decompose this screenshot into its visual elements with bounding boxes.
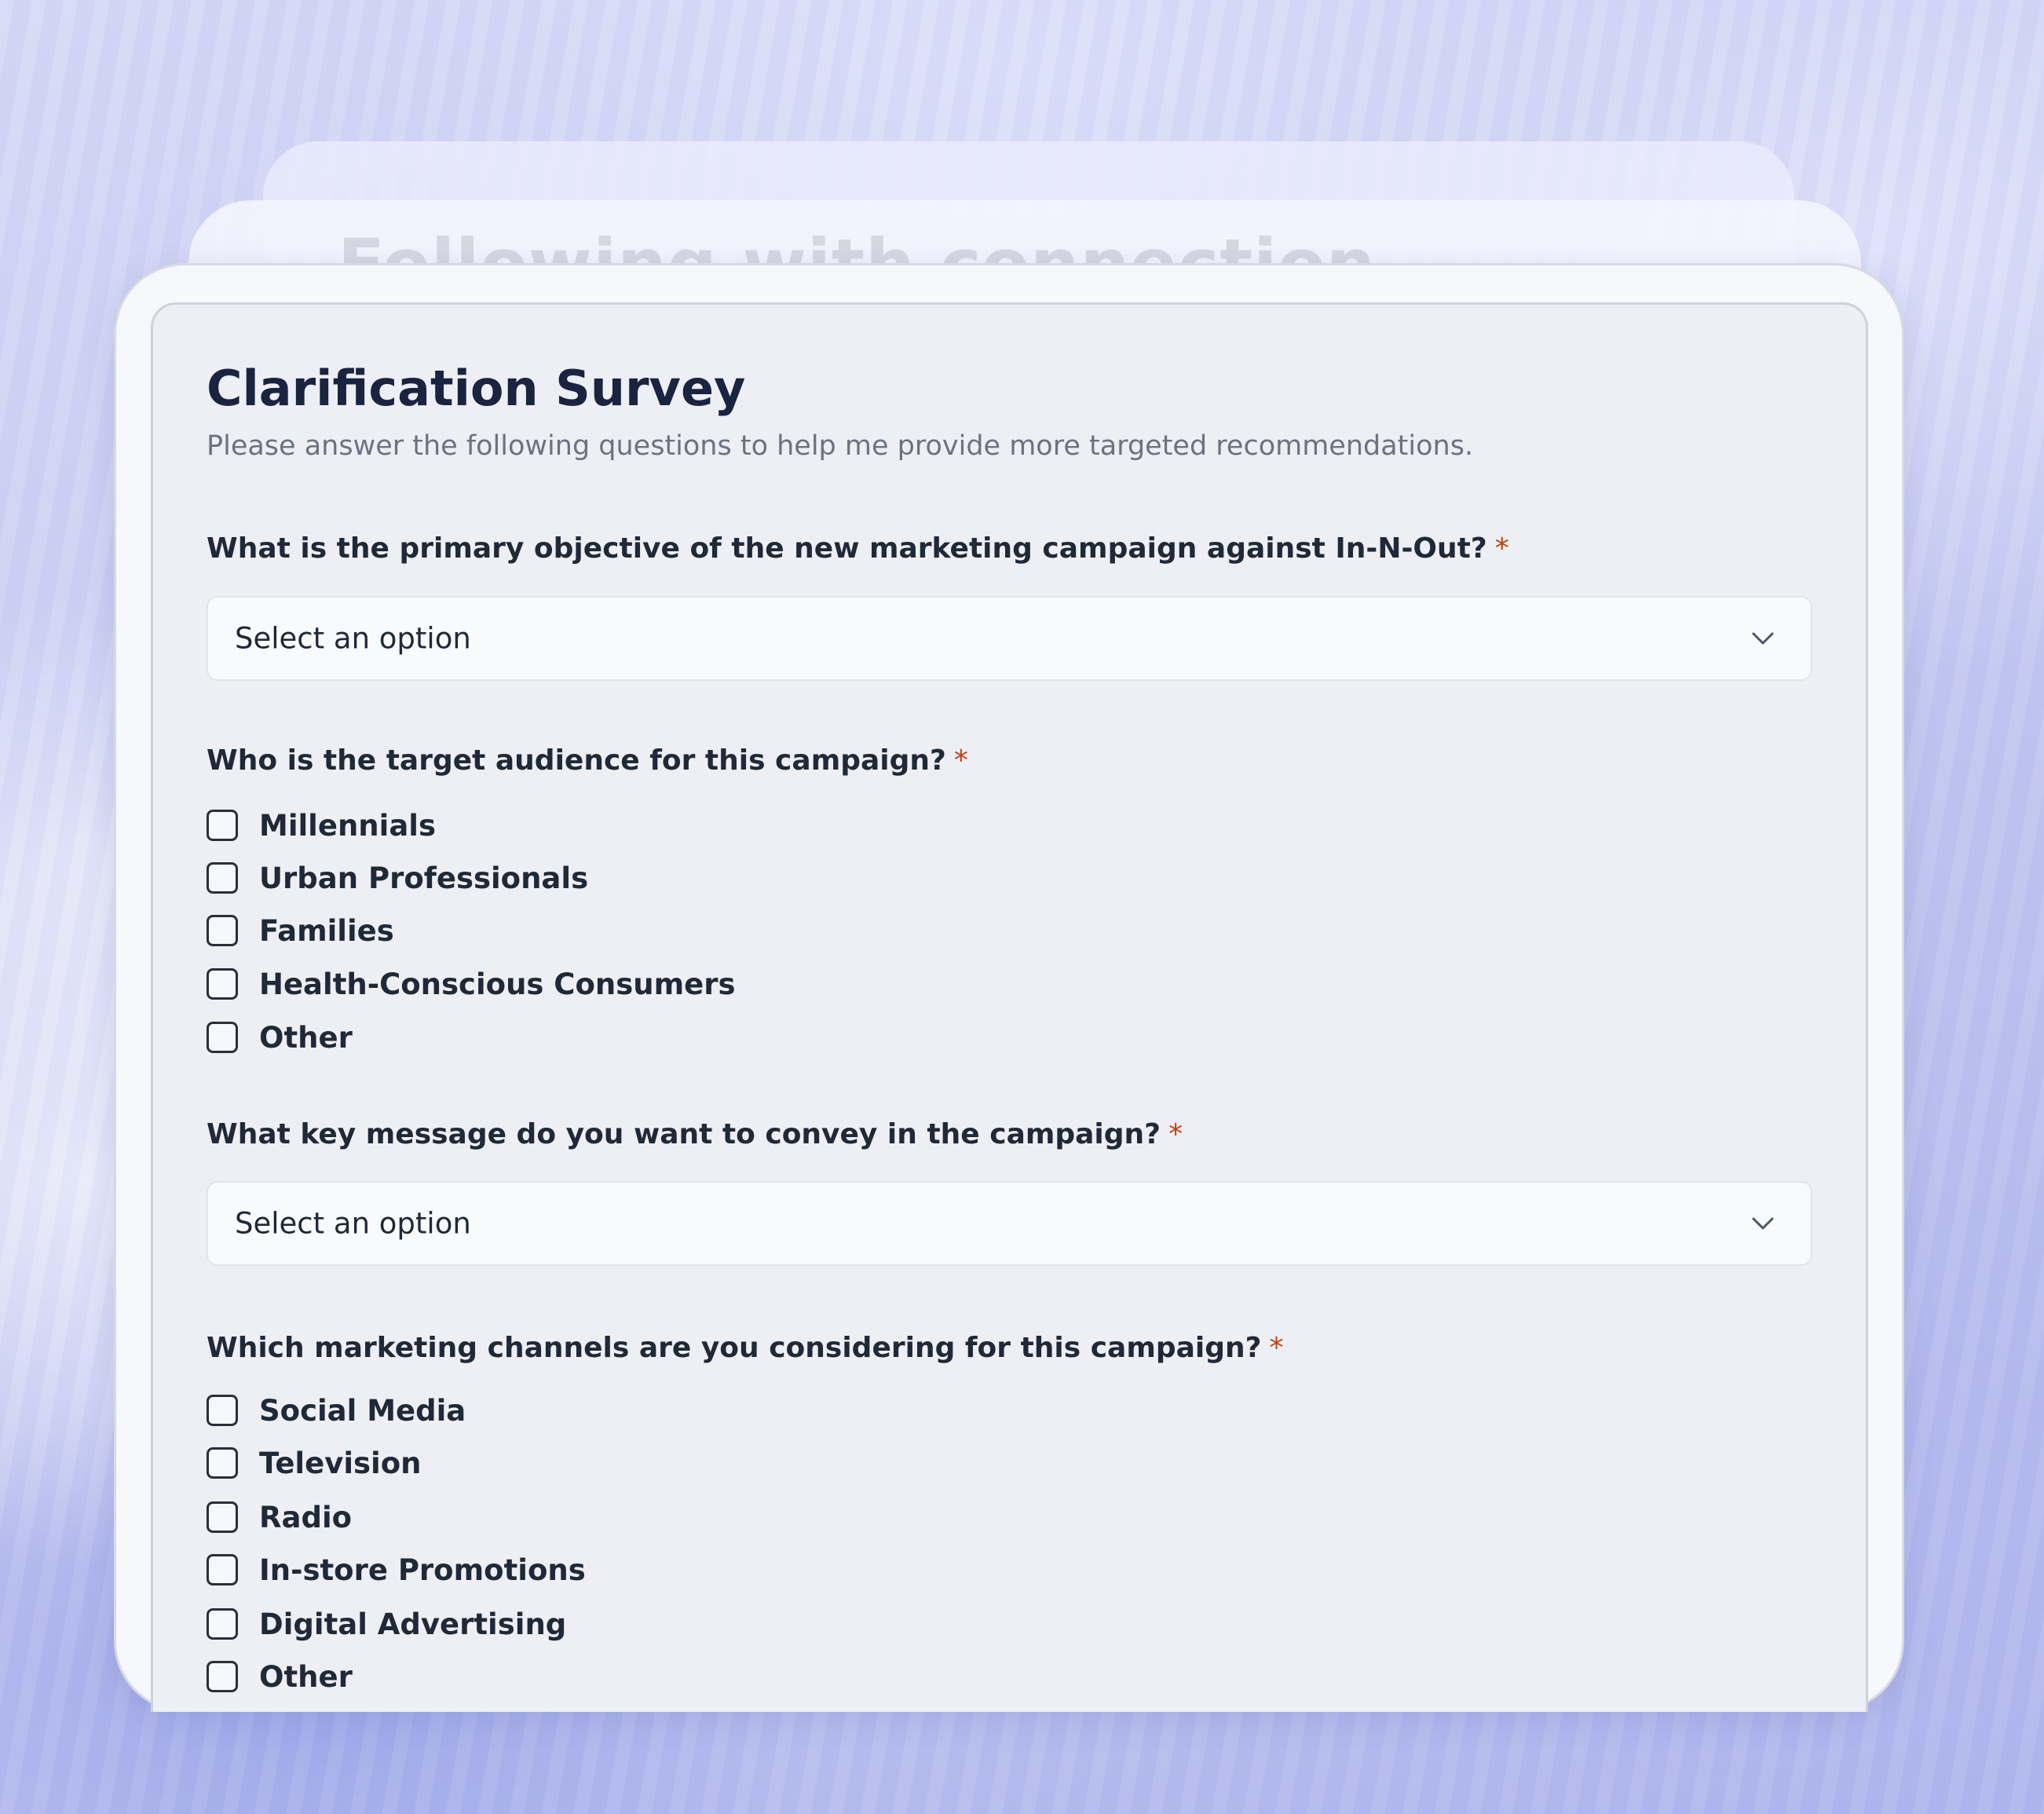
checkbox-unchecked-icon[interactable] xyxy=(207,810,238,841)
question-3-text: What key message do you want to convey i… xyxy=(207,1118,1161,1150)
option-label: Health-Conscious Consumers xyxy=(259,967,736,1001)
question-4-text: Which marketing channels are you conside… xyxy=(207,1332,1262,1364)
checkbox-unchecked-icon[interactable] xyxy=(207,1395,238,1426)
option-label: Social Media xyxy=(259,1393,466,1428)
option-label: Other xyxy=(259,1020,353,1055)
survey-card: Clarification Survey Please answer the f… xyxy=(151,302,1868,1712)
option-label: In-store Promotions xyxy=(259,1553,586,1587)
checkbox-unchecked-icon[interactable] xyxy=(207,1447,238,1479)
question-3-select-value: Select an option xyxy=(235,1206,471,1241)
checkbox-unchecked-icon[interactable] xyxy=(207,1661,238,1692)
option-label: Other xyxy=(259,1659,353,1694)
required-marker: * xyxy=(1494,532,1509,565)
required-marker: * xyxy=(1168,1118,1183,1150)
option-label: Millennials xyxy=(259,808,436,843)
question-1-select-value: Select an option xyxy=(235,621,471,656)
question-2-text: Who is the target audience for this camp… xyxy=(207,744,946,777)
question-1-label: What is the primary objective of the new… xyxy=(207,532,1509,565)
option-urban-professionals[interactable]: Urban Professionals xyxy=(207,861,588,895)
checkbox-unchecked-icon[interactable] xyxy=(207,968,238,1000)
checkbox-unchecked-icon[interactable] xyxy=(207,862,238,894)
option-millennials[interactable]: Millennials xyxy=(207,808,436,843)
checkbox-unchecked-icon[interactable] xyxy=(207,1554,238,1585)
question-4-label: Which marketing channels are you conside… xyxy=(207,1332,1284,1364)
option-label: Television xyxy=(259,1446,422,1480)
option-label: Families xyxy=(259,913,394,948)
option-radio[interactable]: Radio xyxy=(207,1500,352,1534)
question-2-label: Who is the target audience for this camp… xyxy=(207,744,968,777)
option-digital-advertising[interactable]: Digital Advertising xyxy=(207,1607,566,1641)
option-other[interactable]: Other xyxy=(207,1020,353,1055)
option-health-conscious-consumers[interactable]: Health-Conscious Consumers xyxy=(207,967,736,1001)
option-television[interactable]: Television xyxy=(207,1446,421,1480)
page-title: Clarification Survey xyxy=(207,360,746,417)
question-3-label: What key message do you want to convey i… xyxy=(207,1118,1183,1150)
question-3-select[interactable]: Select an option xyxy=(207,1181,1812,1266)
option-label: Digital Advertising xyxy=(259,1607,567,1641)
chevron-down-icon xyxy=(1752,632,1774,645)
option-other[interactable]: Other xyxy=(207,1659,353,1694)
checkbox-unchecked-icon[interactable] xyxy=(207,1022,238,1053)
checkbox-unchecked-icon[interactable] xyxy=(207,1608,238,1640)
checkbox-unchecked-icon[interactable] xyxy=(207,1501,238,1533)
option-in-store-promotions[interactable]: In-store Promotions xyxy=(207,1553,586,1587)
checkbox-unchecked-icon[interactable] xyxy=(207,915,238,946)
option-label: Radio xyxy=(259,1500,353,1534)
option-families[interactable]: Families xyxy=(207,913,394,948)
required-marker: * xyxy=(953,744,968,777)
question-1-select[interactable]: Select an option xyxy=(207,596,1812,681)
option-social-media[interactable]: Social Media xyxy=(207,1393,466,1428)
option-label: Urban Professionals xyxy=(259,861,589,895)
chevron-down-icon xyxy=(1752,1217,1774,1230)
question-1-text: What is the primary objective of the new… xyxy=(207,532,1487,565)
page-subtitle: Please answer the following questions to… xyxy=(207,430,1474,462)
required-marker: * xyxy=(1269,1332,1284,1364)
